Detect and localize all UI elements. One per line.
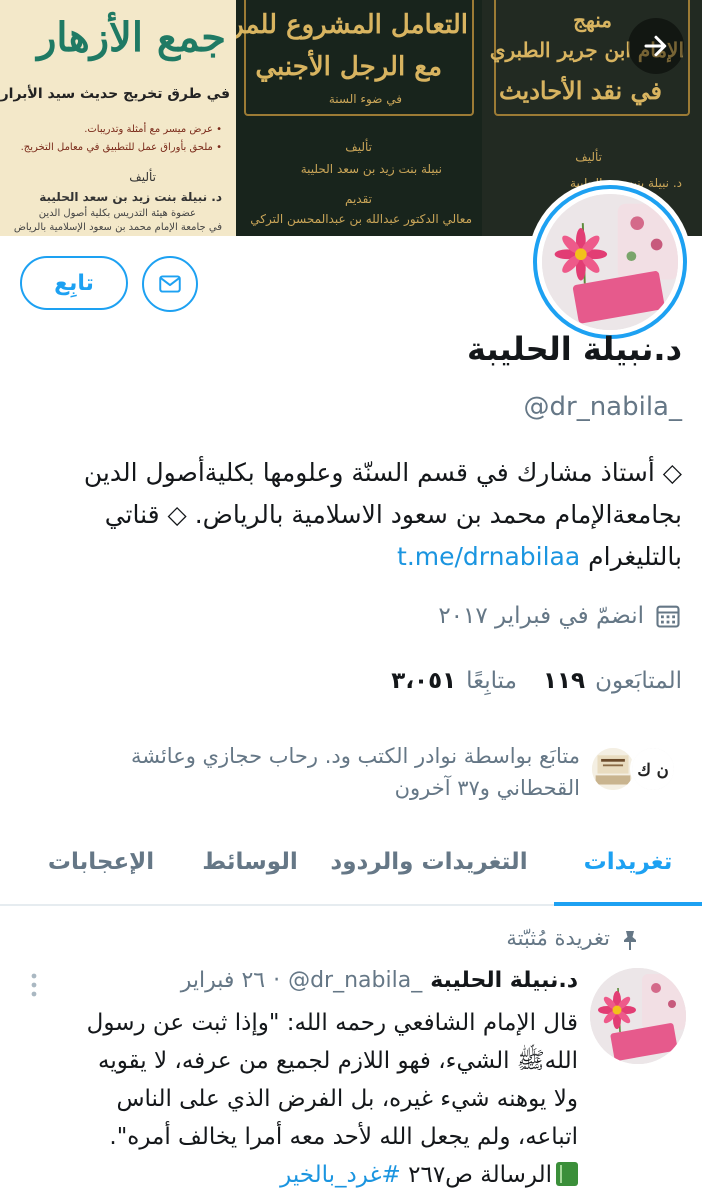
tweet-timestamp[interactable]: ٢٦ فبراير [181,968,265,993]
followed-by-line: متابَع بواسطة نوادر الكتب ود. رحاب حجازي… [130,744,580,768]
calendar-icon [656,605,680,628]
book-subtitle: في طرق تخريج حديث سيد الأبرار [0,86,230,102]
following-label: المتابَعون [595,668,682,694]
tweet-line: اللهﷺ الشيء، فهو اللازم لجميع من عرفه، ل… [98,1048,578,1074]
tab-tweets-replies[interactable]: التغريدات والردود [324,820,534,904]
book-line: • عرض ميسر مع أمثلة وتدريبات. [84,124,222,135]
pinned-label: تغريدة مُثبّتة [506,926,610,950]
arrow-right-icon[interactable] [628,18,684,74]
tab-media[interactable]: الوسائط [190,820,310,904]
bio-link[interactable]: t.me/drnabilaa [397,542,580,571]
book-author-label: تأليف [345,140,372,154]
bio-text: بالتليغرام [580,542,682,571]
tab-tweets[interactable]: تغريدات [554,820,702,906]
tweet-avatar[interactable] [590,968,686,1064]
profile-stats: ١١٩ المتابَعون ٣،٠٥١ متابِعًا [391,668,682,694]
book-intro: معالي الدكتور عبدالله بن عبدالمحسن الترك… [250,212,472,226]
bio-line: بجامعةالإمام محمد بن سعود الاسلامية بالر… [104,500,682,529]
message-button[interactable] [142,256,198,312]
banner-book-cover: جمع الأزهار في طرق تخريج حديث سيد الأبرا… [0,0,236,236]
tweet-source-text: الرسالة ص٢٦٧ [400,1162,552,1188]
tweet-header: د.نبيلة الحليبة @dr_nabila_ · ٢٦ فبراير [181,968,578,993]
tweet-author-name[interactable]: د.نبيلة الحليبة [430,968,578,993]
join-date-text: انضمّ في فبراير ٢٠١٧ [438,603,644,629]
followed-by-avatars: ن ك [590,740,682,792]
profile-avatar[interactable] [528,180,692,344]
bio-line: ◇ أستاذ مشارك في قسم السنّة وعلومها بكلي… [83,458,682,487]
profile-name: د.نبيلة الحليبة [467,330,682,368]
book-author: نبيلة بنت زيد بن سعد الحليبة [300,162,442,176]
green-book-icon [556,1162,578,1186]
tweet-author-handle[interactable]: @dr_nabila_ [288,968,422,993]
book-author-label: تأليف [129,170,156,184]
book-author-label: تأليف [575,150,602,164]
tweet-line: الرسالة ص٢٦٧ #غرد_بالخير [18,1156,578,1194]
book-subtitle: في ضوء السنة [328,92,402,106]
tab-likes[interactable]: الإعجابات [26,820,176,904]
followed-by-text: متابَع بواسطة نوادر الكتب ود. رحاب حجازي… [18,740,580,804]
book-title: التعامل المشروع للمرأة [236,10,468,40]
join-date: انضمّ في فبراير ٢٠١٧ [438,602,682,630]
tweet-line: ولا يوهنه شيء غيره، بل الفرض الذي على ال… [116,1086,578,1112]
tweet-line: اتباعه، ولم يجعل الله لأحد معه أمرا يخال… [109,1124,578,1150]
book-title: جمع الأزهار [37,14,226,61]
following-stat[interactable]: ١١٩ المتابَعون [543,668,682,694]
tweet-line: قال الإمام الشافعي رحمه الله: "وإذا ثبت … [86,1010,578,1036]
book-title: منهج [573,8,612,32]
tweet-text: قال الإمام الشافعي رحمه الله: "وإذا ثبت … [18,1004,578,1194]
book-affiliation: عضوة هيئة التدريس بكلية أصول الدين [38,208,196,219]
book-intro-label: تقديم [344,192,372,206]
followers-stat[interactable]: ٣،٠٥١ متابِعًا [391,668,517,694]
book-title: مع الرجل الأجنبي [255,52,442,82]
followed-by-line: القحطاني و٣٧ آخرون [394,776,580,800]
profile-handle: @dr_nabila_ [523,392,683,422]
avatar: ن ك [630,746,676,792]
followers-label: متابِعًا [466,668,517,694]
followed-by[interactable]: متابَع بواسطة نوادر الكتب ود. رحاب حجازي… [18,740,682,804]
book-author: د. نبيلة بنت زيد بن سعد الحليبة [39,190,222,204]
profile-tabs: تغريدات التغريدات والردود الوسائط الإعجا… [0,820,702,906]
tweet-hashtag[interactable]: #غرد_بالخير [280,1162,401,1188]
follow-button[interactable]: تابِع [20,256,128,310]
book-line: • ملحق بأوراق عمل للتطبيق في معامل التخر… [20,142,222,153]
followers-count: ٣،٠٥١ [391,668,457,694]
more-vertical-icon[interactable] [30,972,38,998]
book-title: في نقد الأحاديث [498,76,662,105]
pin-icon [624,931,636,950]
envelope-icon [159,275,181,293]
book-affiliation: في جامعة الإمام محمد بن سعود الإسلامية ب… [13,222,222,233]
svg-text:ن ك: ن ك [637,760,668,779]
banner-book-cover: التعامل المشروع للمرأة مع الرجل الأجنبي … [236,0,482,236]
profile-bio: ◇ أستاذ مشارك في قسم السنّة وعلومها بكلي… [18,452,682,578]
bio-line: بالتليغرام t.me/drnabilaa [18,536,682,578]
tweet-separator: · [273,968,281,993]
following-count: ١١٩ [542,668,586,694]
